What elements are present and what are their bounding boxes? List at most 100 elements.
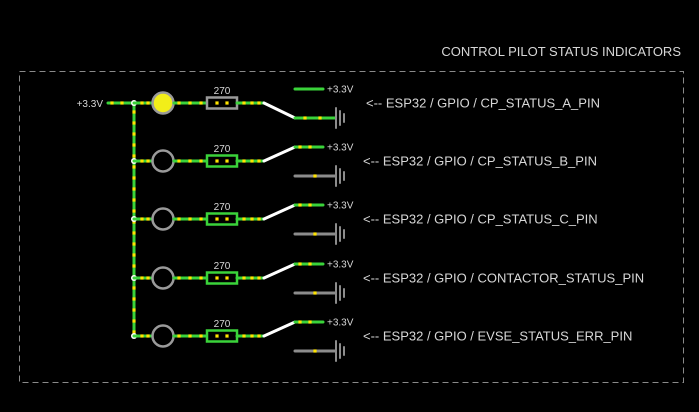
- supply-wire-node-0: [110, 101, 114, 105]
- bus-node: [132, 176, 136, 180]
- bus-node: [132, 319, 136, 323]
- wire-node: [257, 159, 261, 163]
- wire-node: [257, 334, 261, 338]
- wire-node: [146, 276, 150, 280]
- bus-node: [132, 253, 136, 257]
- bus-node: [132, 297, 136, 301]
- supply-label: +3.3V: [77, 99, 104, 110]
- bus-node: [132, 143, 136, 147]
- wire-node: [250, 276, 254, 280]
- wire-node: [242, 159, 246, 163]
- wire-node: [146, 334, 150, 338]
- wire-node: [250, 101, 254, 105]
- wire-node: [177, 276, 181, 280]
- wire-node: [303, 116, 307, 120]
- channel-row-2: 270 +3.3V <-- ESP32 / GPIO / CP_STATUS_B_P…: [131, 143, 597, 187]
- ground-symbol: [335, 165, 345, 187]
- gpio-pin-label: <-- ESP32 / GPIO / CP_STATUS_C_PIN: [363, 212, 598, 227]
- schematic: CONTROL PILOT STATUS INDICATORS +3.3V 27…: [19, 44, 684, 383]
- rail-label: +3.3V: [327, 85, 354, 96]
- wire-node: [313, 232, 317, 236]
- wire-node: [250, 217, 254, 221]
- ground-symbol: [335, 107, 345, 129]
- wire-node: [177, 101, 181, 105]
- wire-node: [140, 217, 144, 221]
- channel-row-3: 270 +3.3V <-- ESP32 / GPIO / CP_STATUS_C_P…: [131, 201, 598, 245]
- rail-label: +3.3V: [327, 260, 354, 271]
- wire-node: [308, 145, 312, 149]
- gpio-pin-label: <-- ESP32 / GPIO / CP_STATUS_B_PIN: [363, 154, 597, 169]
- rail-label: +3.3V: [327, 143, 354, 154]
- wire-node: [188, 159, 192, 163]
- indicator-led: [151, 324, 175, 348]
- ground-symbol: [335, 340, 345, 362]
- switch-arm: [262, 320, 297, 338]
- resistor-value: 270: [214, 86, 231, 97]
- wire-node: [146, 217, 150, 221]
- wire-node: [242, 334, 246, 338]
- gpio-pin-label: <-- ESP32 / GPIO / EVSE_STATUS_ERR_PIN: [363, 329, 632, 344]
- bus-node: [132, 308, 136, 312]
- wire-node: [177, 159, 181, 163]
- wire-node: [257, 217, 261, 221]
- bus-node: [132, 198, 136, 202]
- resistor: [205, 154, 239, 168]
- wire-node: [298, 145, 302, 149]
- resistor-value: 270: [214, 144, 231, 155]
- resistor-node: [215, 101, 219, 105]
- wire-node: [313, 349, 317, 353]
- resistor-node: [225, 159, 229, 163]
- resistor-node: [215, 276, 219, 280]
- switch-arm: [262, 101, 297, 120]
- wire-node: [298, 262, 302, 266]
- wire-node: [250, 159, 254, 163]
- wire-node: [199, 217, 203, 221]
- resistor-node: [225, 101, 229, 105]
- resistor-node: [215, 159, 219, 163]
- resistor-node: [225, 334, 229, 338]
- wire-node: [146, 159, 150, 163]
- wire-node: [242, 101, 246, 105]
- wire-node: [298, 320, 302, 324]
- wire-node: [188, 276, 192, 280]
- wire-node: [308, 320, 312, 324]
- resistor: [205, 271, 239, 285]
- bus-node: [132, 242, 136, 246]
- wire-node: [199, 276, 203, 280]
- bus-node: [132, 154, 136, 158]
- rail-label: +3.3V: [327, 318, 354, 329]
- rail-label: +3.3V: [327, 201, 354, 212]
- wire-node: [146, 101, 150, 105]
- bus-node: [132, 132, 136, 136]
- indicator-led: [151, 266, 175, 290]
- resistor: [205, 212, 239, 226]
- wire-node: [140, 159, 144, 163]
- resistor-node: [225, 276, 229, 280]
- wire-node: [140, 101, 144, 105]
- diagram-title: CONTROL PILOT STATUS INDICATORS: [441, 44, 681, 59]
- wire-node: [199, 334, 203, 338]
- switch-arm: [262, 203, 297, 221]
- wire-node: [308, 203, 312, 207]
- wire-node: [199, 101, 203, 105]
- gpio-pin-label: <-- ESP32 / GPIO / CONTACTOR_STATUS_PIN: [363, 271, 644, 286]
- bus-node: [132, 231, 136, 235]
- resistor: [205, 96, 239, 110]
- wire-node: [242, 276, 246, 280]
- channel-row-5: 270 +3.3V <-- ESP32 / GPIO / EVSE_STATUS_E…: [131, 318, 632, 362]
- wire-node: [250, 334, 254, 338]
- ground-symbol: [335, 282, 345, 304]
- ground-symbol: [335, 223, 345, 245]
- wire-node: [313, 174, 317, 178]
- channels: 270 +3.3V <-- ESP32 / GPIO / CP_STATUS_A_P…: [106, 85, 644, 362]
- switch-arm: [262, 262, 297, 280]
- bus-node: [132, 165, 136, 169]
- wire-node: [188, 101, 192, 105]
- wire-node: [257, 276, 261, 280]
- wire-node: [140, 276, 144, 280]
- wire-node: [313, 291, 317, 295]
- bus-node: [132, 121, 136, 125]
- switch-arm: [262, 145, 297, 163]
- resistor-node: [215, 334, 219, 338]
- resistor-node: [215, 217, 219, 221]
